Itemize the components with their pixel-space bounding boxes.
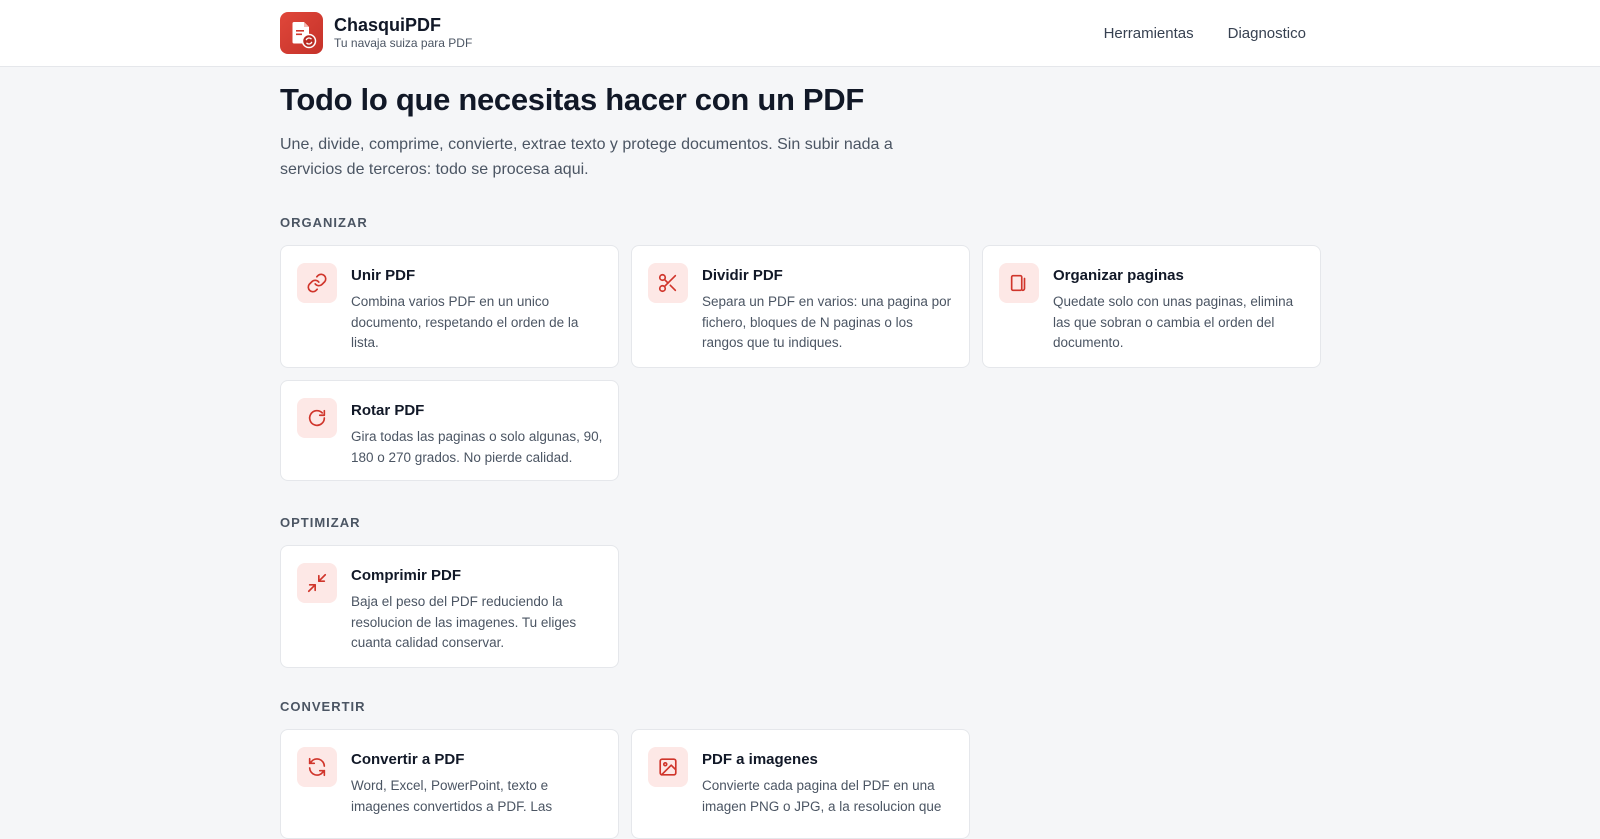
tool-card-pdf-a-imagenes[interactable]: PDF a imagenes Convierte cada pagina del… xyxy=(631,729,970,839)
tool-card-dividir-pdf[interactable]: Dividir PDF Separa un PDF en varios: una… xyxy=(631,245,970,368)
image-icon xyxy=(648,747,688,787)
tool-card-title: Organizar paginas xyxy=(1053,267,1184,284)
compress-icon xyxy=(297,563,337,603)
section-label-organizar: ORGANIZAR xyxy=(280,215,368,230)
section-label-convertir: CONVERTIR xyxy=(280,699,366,714)
tool-card-description: Word, Excel, PowerPoint, texto e imagene… xyxy=(351,778,553,814)
brand-home-link[interactable]: ChasquiPDF Tu navaja suiza para PDF xyxy=(280,12,472,54)
scissors-icon xyxy=(648,263,688,303)
page-description: Une, divide, comprime, convierte, extrae… xyxy=(280,136,893,178)
brand-tagline: Tu navaja suiza para PDF xyxy=(334,36,473,50)
nav-link-diagnostico[interactable]: Diagnostico xyxy=(1228,25,1306,42)
nav-link-herramientas[interactable]: Herramientas xyxy=(1104,25,1194,42)
tool-card-description: Baja el peso del PDF reduciendo la resol… xyxy=(351,594,577,650)
convert-icon xyxy=(297,747,337,787)
page-title: Todo lo que necesitas hacer con un PDF xyxy=(280,82,865,117)
link-icon xyxy=(297,263,337,303)
tool-card-description: Convierte cada pagina del PDF en una ima… xyxy=(702,778,942,814)
tool-card-title: Unir PDF xyxy=(351,267,416,284)
tool-card-unir-pdf[interactable]: Unir PDF Combina varios PDF en un unico … xyxy=(280,245,619,368)
tool-card-convertir-a-pdf[interactable]: Convertir a PDF Word, Excel, PowerPoint,… xyxy=(280,729,619,839)
tool-card-comprimir-pdf[interactable]: Comprimir PDF Baja el peso del PDF reduc… xyxy=(280,545,619,668)
tool-card-description: Separa un PDF en varios: una pagina por … xyxy=(702,294,952,350)
tool-card-title: Dividir PDF xyxy=(702,267,783,284)
brand-name: ChasquiPDF xyxy=(334,15,442,35)
tool-card-title: Convertir a PDF xyxy=(351,751,465,768)
tool-card-description: Gira todas las paginas o solo algunas, 9… xyxy=(351,429,603,465)
brand-text: ChasquiPDF Tu navaja suiza para PDF xyxy=(334,15,472,51)
section-label-optimizar: OPTIMIZAR xyxy=(280,515,361,530)
rotate-icon xyxy=(297,398,337,438)
tool-card-organizar-paginas[interactable]: Organizar paginas Quedate solo con unas … xyxy=(982,245,1321,368)
tool-card-description: Quedate solo con unas paginas, elimina l… xyxy=(1053,294,1294,350)
tool-card-title: Comprimir PDF xyxy=(351,567,462,584)
tool-card-title: PDF a imagenes xyxy=(702,751,818,768)
chasquipdf-logo-icon xyxy=(280,12,323,54)
tool-card-description: Combina varios PDF en un unico documento… xyxy=(351,294,579,350)
tool-card-rotar-pdf[interactable]: Rotar PDF Gira todas las paginas o solo … xyxy=(280,380,619,481)
pages-icon xyxy=(999,263,1039,303)
top-header: ChasquiPDF Tu navaja suiza para PDF Herr… xyxy=(0,0,1600,67)
main-nav: Herramientas Diagnostico xyxy=(1070,0,1306,66)
tool-card-title: Rotar PDF xyxy=(351,402,425,419)
